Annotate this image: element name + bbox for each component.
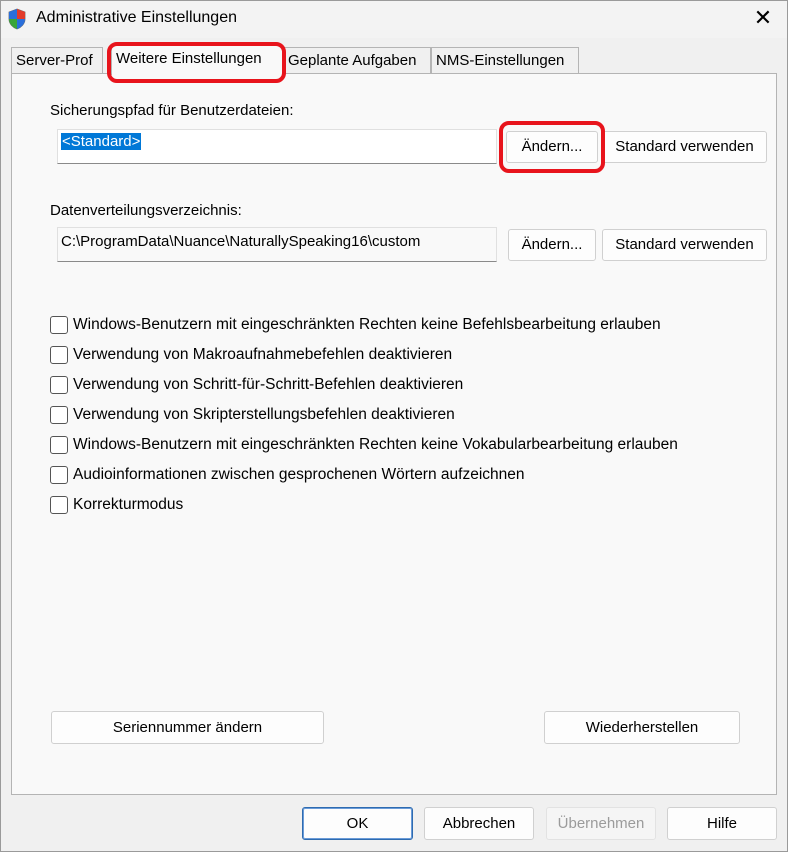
checkbox[interactable] — [50, 346, 68, 364]
tab-scheduled-tasks[interactable]: Geplante Aufgaben — [283, 47, 431, 73]
title-bar: Administrative Einstellungen ✕ — [1, 1, 787, 38]
backup-path-field[interactable]: <Standard> — [57, 129, 497, 164]
shield-icon — [8, 8, 26, 30]
dialog-window: Administrative Einstellungen ✕ Server-Pr… — [0, 0, 788, 852]
option-label: Audioinformationen zwischen gesprochenen… — [73, 466, 525, 483]
restore-button[interactable]: Wiederherstellen — [544, 711, 740, 744]
option-no-vocabulary-editing[interactable]: Windows-Benutzern mit eingeschränkten Re… — [50, 435, 678, 455]
ok-button[interactable]: OK — [302, 807, 413, 840]
backup-path-value: <Standard> — [61, 133, 142, 150]
window-title: Administrative Einstellungen — [36, 9, 237, 26]
tab-panel — [11, 73, 777, 795]
option-label: Korrekturmodus — [73, 496, 184, 513]
distribution-change-button[interactable]: Ändern... — [508, 229, 596, 261]
checkbox[interactable] — [50, 406, 68, 424]
help-button[interactable]: Hilfe — [667, 807, 777, 840]
backup-path-label: Sicherungspfad für Benutzerdateien: — [50, 102, 294, 119]
tab-nms-settings[interactable]: NMS-Einstellungen — [431, 47, 579, 73]
tab-strip: Server-Prof Weitere Einstellungen Geplan… — [11, 45, 781, 75]
tab-label: Geplante Aufgaben — [288, 52, 417, 69]
distribution-default-button[interactable]: Standard verwenden — [602, 229, 767, 261]
option-label: Windows-Benutzern mit eingeschränkten Re… — [73, 436, 678, 453]
close-icon[interactable]: ✕ — [752, 5, 774, 31]
tab-label: NMS-Einstellungen — [436, 52, 565, 69]
option-label: Windows-Benutzern mit eingeschränkten Re… — [73, 316, 661, 333]
option-label: Verwendung von Schritt-für-Schritt-Befeh… — [73, 376, 464, 393]
option-disable-scripting[interactable]: Verwendung von Skripterstellungsbefehlen… — [50, 405, 455, 425]
option-no-command-editing[interactable]: Windows-Benutzern mit eingeschränkten Re… — [50, 315, 661, 335]
checkbox[interactable] — [50, 316, 68, 334]
checkbox[interactable] — [50, 496, 68, 514]
tab-server-profile[interactable]: Server-Prof — [11, 47, 103, 73]
change-serial-button[interactable]: Seriennummer ändern — [51, 711, 324, 744]
cancel-button[interactable]: Abbrechen — [424, 807, 534, 840]
option-disable-step-by-step[interactable]: Verwendung von Schritt-für-Schritt-Befeh… — [50, 375, 463, 395]
option-label: Verwendung von Skripterstellungsbefehlen… — [73, 406, 455, 423]
option-disable-macro-recording[interactable]: Verwendung von Makroaufnahmebefehlen dea… — [50, 345, 452, 365]
checkbox[interactable] — [50, 376, 68, 394]
backup-path-value-wrap: <Standard> — [61, 133, 142, 150]
distribution-dir-value: C:\ProgramData\Nuance\NaturallySpeaking1… — [61, 233, 421, 250]
apply-button[interactable]: Übernehmen — [546, 807, 656, 840]
option-label: Verwendung von Makroaufnahmebefehlen dea… — [73, 346, 453, 363]
checkbox[interactable] — [50, 466, 68, 484]
backup-change-button[interactable]: Ändern... — [506, 131, 598, 163]
option-record-audio[interactable]: Audioinformationen zwischen gesprochenen… — [50, 465, 525, 485]
tab-label: Server-Prof — [16, 52, 93, 69]
tab-label: Weitere Einstellungen — [116, 50, 262, 67]
distribution-dir-label: Datenverteilungsverzeichnis: — [50, 202, 242, 219]
distribution-dir-field[interactable]: C:\ProgramData\Nuance\NaturallySpeaking1… — [57, 227, 497, 262]
checkbox[interactable] — [50, 436, 68, 454]
backup-default-button[interactable]: Standard verwenden — [602, 131, 767, 163]
option-correction-mode[interactable]: Korrekturmodus — [50, 495, 183, 515]
tab-further-settings[interactable]: Weitere Einstellungen — [111, 45, 283, 75]
